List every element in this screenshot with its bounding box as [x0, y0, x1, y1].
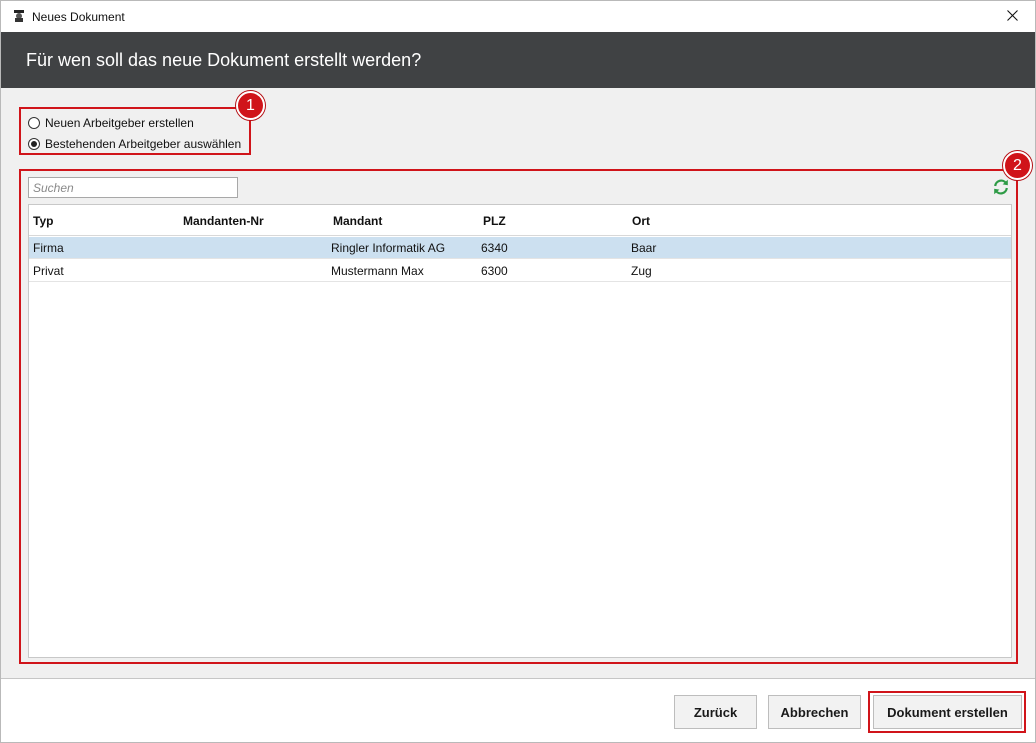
column-header-plz[interactable]: PLZ	[483, 214, 506, 228]
title-bar: Neues Dokument	[1, 1, 1035, 32]
app-logo-icon	[12, 9, 26, 23]
refresh-icon[interactable]	[992, 178, 1010, 196]
option-new-employer-label: Neuen Arbeitgeber erstellen	[45, 116, 194, 130]
callout-badge-1: 1	[236, 91, 265, 120]
radio-new-employer[interactable]	[28, 117, 40, 129]
radio-existing-employer[interactable]	[28, 138, 40, 150]
cell-ort: Zug	[631, 264, 652, 278]
column-header-mandant[interactable]: Mandant	[333, 214, 382, 228]
table-header: Typ Mandanten-Nr Mandant PLZ Ort	[29, 205, 1011, 236]
dialog-question: Für wen soll das neue Dokument erstellt …	[26, 50, 422, 70]
cell-mandant: Mustermann Max	[331, 264, 424, 278]
column-header-ort[interactable]: Ort	[632, 214, 650, 228]
column-header-typ[interactable]: Typ	[33, 214, 53, 228]
cell-typ: Privat	[33, 264, 64, 278]
cell-typ: Firma	[33, 241, 64, 255]
dialog-header: Für wen soll das neue Dokument erstellt …	[1, 32, 1035, 88]
dialog-window: Neues Dokument Für wen soll das neue Dok…	[0, 0, 1036, 743]
cell-ort: Baar	[631, 241, 657, 255]
callout-badge-2: 2	[1003, 151, 1032, 180]
window-title: Neues Dokument	[32, 10, 125, 24]
employer-table: Typ Mandanten-Nr Mandant PLZ Ort Firma R…	[28, 204, 1012, 658]
employer-option-group: Neuen Arbeitgeber erstellen Bestehenden …	[19, 107, 251, 155]
close-button[interactable]	[989, 1, 1035, 32]
create-document-button[interactable]: Dokument erstellen	[873, 695, 1022, 729]
table-row[interactable]: Firma Ringler Informatik AG 6340 Baar	[29, 237, 1011, 259]
search-input[interactable]	[28, 177, 238, 198]
cell-mandant: Ringler Informatik AG	[331, 241, 446, 255]
back-button[interactable]: Zurück	[674, 695, 757, 729]
employer-list-panel: Typ Mandanten-Nr Mandant PLZ Ort Firma R…	[19, 169, 1018, 664]
column-header-mandanten-nr[interactable]: Mandanten-Nr	[183, 214, 264, 228]
close-icon	[1006, 9, 1018, 24]
cell-plz: 6300	[481, 264, 508, 278]
option-existing-employer-label: Bestehenden Arbeitgeber auswählen	[45, 137, 242, 151]
option-existing-employer[interactable]: Bestehenden Arbeitgeber auswählen	[28, 136, 241, 152]
table-row[interactable]: Privat Mustermann Max 6300 Zug	[29, 260, 1011, 282]
cell-plz: 6340	[481, 241, 508, 255]
cancel-button[interactable]: Abbrechen	[768, 695, 861, 729]
option-new-employer[interactable]: Neuen Arbeitgeber erstellen	[28, 115, 194, 131]
